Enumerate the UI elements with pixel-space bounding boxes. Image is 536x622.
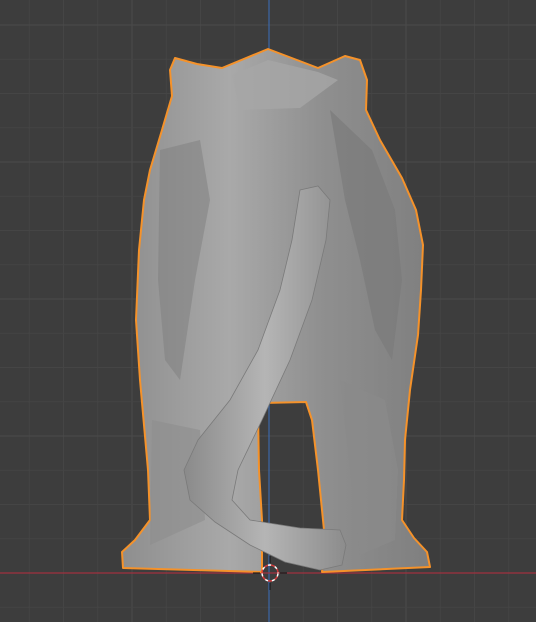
- 3d-viewport[interactable]: [0, 0, 536, 622]
- viewport-canvas[interactable]: [0, 0, 536, 622]
